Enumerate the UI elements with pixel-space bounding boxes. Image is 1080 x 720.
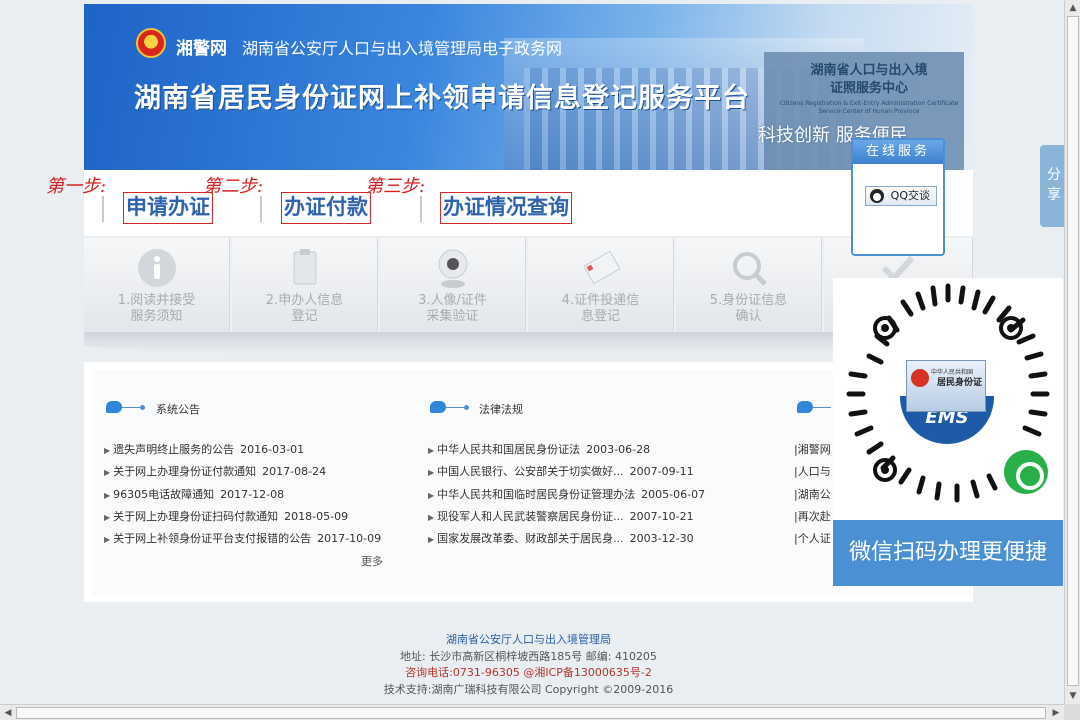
- arrow-right-icon: ▶: [428, 513, 435, 522]
- qr-finder-pattern: [873, 316, 897, 340]
- webcam-icon: [431, 246, 475, 290]
- arrow-right-icon: ▶: [428, 446, 435, 455]
- section-line: [446, 407, 464, 408]
- arrow-right-icon: ▶: [104, 468, 111, 477]
- envelope-icon: [579, 246, 623, 290]
- arrow-right-icon: ▶: [428, 535, 435, 544]
- law-item[interactable]: ▶ 中国人民银行、公安部关于切实做好... 2007-09-11: [428, 463, 694, 479]
- step-3-annotation: 第三步:: [365, 176, 426, 197]
- arrow-right-icon: ▶: [104, 446, 111, 455]
- id-card-image: 中华人民共和国 居民身份证: [906, 360, 986, 412]
- link-item[interactable]: |湖南公: [794, 486, 831, 502]
- step-1-annotation: 第一步:: [46, 176, 107, 197]
- law-item[interactable]: ▶ 国家发展改革委、财政部关于居民身... 2003-12-30: [428, 530, 694, 546]
- page-title: 湖南省居民身份证网上补领申请信息登记服务平台: [134, 83, 750, 114]
- notice-item[interactable]: ▶ 关于网上补领身份证平台支付报错的公告 2017-10-09: [104, 530, 381, 546]
- info-icon: [135, 246, 179, 290]
- law-item[interactable]: ▶ 中华人民共和国居民身份证法 2003-06-28: [428, 441, 650, 457]
- vertical-scrollbar[interactable]: ▲ ▼: [1064, 0, 1080, 704]
- qr-finder-pattern: [999, 316, 1023, 340]
- section-dot: [140, 405, 145, 410]
- notice-item[interactable]: ▶ 遗失声明终止服务的公告 2016-03-01: [104, 441, 304, 457]
- nav-apply-link[interactable]: 申请办证: [123, 192, 213, 224]
- horizontal-scrollbar[interactable]: ◀ ▶: [0, 704, 1064, 720]
- department-name: 湖南省公安厅人口与出入境管理局电子政务网: [242, 39, 563, 58]
- online-service-title: 在线服务: [853, 140, 943, 164]
- section-line: [122, 407, 140, 408]
- qr-caption: 微信扫码办理更便捷: [833, 520, 1063, 586]
- section-dot: [464, 405, 469, 410]
- nav-separator: [420, 196, 422, 222]
- plaque-line-2: 证照服务中心: [829, 81, 908, 96]
- id-card-title-text: 居民身份证: [937, 378, 983, 388]
- arrow-right-icon: ▶: [104, 535, 111, 544]
- process-step-label: 5.身份证信息 确认: [709, 293, 788, 324]
- clipboard-icon: [283, 246, 327, 290]
- more-link[interactable]: 更多: [361, 553, 383, 569]
- plaque-english-text: Citizens Registration & Exit-Entry Admin…: [779, 100, 959, 115]
- speech-bubble-icon: [106, 401, 122, 413]
- law-item[interactable]: ▶ 中华人民共和国临时居民身份证管理办法 2005-06-07: [428, 486, 705, 502]
- share-label: 分享: [1047, 167, 1061, 203]
- process-step-3: 3.人像/证件 采集验证: [380, 238, 526, 332]
- nav-status-query-link[interactable]: 办证情况查询: [440, 192, 572, 224]
- nav-separator: [260, 196, 262, 222]
- qr-finder-pattern: [873, 458, 897, 482]
- notice-item[interactable]: ▶ 关于网上办理身份证扫码付款通知 2018-05-09: [104, 508, 348, 524]
- speech-bubble-icon: [430, 401, 446, 413]
- footer-support: 技术支持:湖南广瑞科技有限公司 Copyright ©2009-2016: [383, 683, 674, 696]
- notice-item[interactable]: ▶ 96305电话故障通知 2017-12-08: [104, 486, 284, 502]
- plaque-line-1: 湖南省人口与出入境: [810, 63, 928, 78]
- scrollbar-corner: [1064, 704, 1080, 720]
- arrow-right-icon: ▶: [104, 491, 111, 500]
- process-step-label: 2.申办人信息 登记: [265, 293, 344, 324]
- nav-separator: [102, 196, 104, 222]
- header-banner: 湘警网 湖南省公安厅人口与出入境管理局电子政务网 湖南省居民身份证网上补领申请信…: [84, 4, 973, 170]
- nav-payment-link[interactable]: 办证付款: [281, 192, 371, 224]
- process-step-5: 5.身份证信息 确认: [676, 238, 822, 332]
- qq-chat-button[interactable]: QQ交谈: [865, 186, 937, 206]
- scroll-left-icon[interactable]: ◀: [0, 705, 16, 720]
- arrow-right-icon: ▶: [104, 513, 111, 522]
- section-line: [813, 407, 831, 408]
- process-step-1: 1.阅读并接受 服务须知: [84, 238, 230, 332]
- section-title-law: 法律法规: [479, 403, 523, 416]
- footer-org[interactable]: 湖南省公安厅人口与出入境管理局: [84, 632, 973, 648]
- law-item[interactable]: ▶ 现役军人和人民武装警察居民身份证... 2007-10-21: [428, 508, 694, 524]
- footer-address: 地址: 长沙市高新区桐梓坡西路185号 邮编: 410205: [400, 650, 657, 663]
- link-item[interactable]: |个人证: [794, 530, 831, 546]
- vertical-scroll-thumb[interactable]: [1067, 16, 1079, 686]
- arrow-right-icon: ▶: [428, 468, 435, 477]
- national-emblem-icon: [911, 369, 929, 387]
- wechat-mini-program-icon: [1004, 450, 1048, 494]
- process-step-label: 4.证件投递信 息登记: [561, 293, 640, 324]
- scroll-right-icon[interactable]: ▶: [1048, 705, 1064, 720]
- notice-item[interactable]: ▶ 关于网上办理身份证付款通知 2017-08-24: [104, 463, 326, 479]
- footer-phone-icp: 咨询电话:0731-96305 @湘ICP备13000635号-2: [405, 666, 652, 679]
- speech-bubble-icon: [797, 401, 813, 413]
- link-item[interactable]: |人口与: [794, 463, 831, 479]
- link-item[interactable]: |湘警网: [794, 441, 831, 457]
- qq-chat-label: QQ交谈: [890, 189, 930, 202]
- scroll-down-icon[interactable]: ▼: [1065, 688, 1080, 704]
- horizontal-scroll-thumb[interactable]: [16, 707, 1046, 719]
- process-step-label: 1.阅读并接受 服务须知: [117, 293, 196, 324]
- section-title-notice: 系统公告: [156, 403, 200, 416]
- qq-penguin-icon: [870, 189, 884, 203]
- plaque-text: 湖南省人口与出入境 证照服务中心: [774, 62, 964, 98]
- process-step-2: 2.申办人信息 登记: [232, 238, 378, 332]
- arrow-right-icon: ▶: [428, 491, 435, 500]
- search-doc-icon: [727, 246, 771, 290]
- scroll-up-icon[interactable]: ▲: [1065, 0, 1080, 16]
- process-step-label: 3.人像/证件 采集验证: [418, 293, 487, 324]
- brand-name[interactable]: 湘警网: [176, 34, 227, 59]
- online-service-panel: 在线服务 QQ交谈: [851, 138, 945, 256]
- police-badge-icon: [136, 28, 166, 58]
- link-item[interactable]: |再次赴: [794, 508, 831, 524]
- process-step-4: 4.证件投递信 息登记: [528, 238, 674, 332]
